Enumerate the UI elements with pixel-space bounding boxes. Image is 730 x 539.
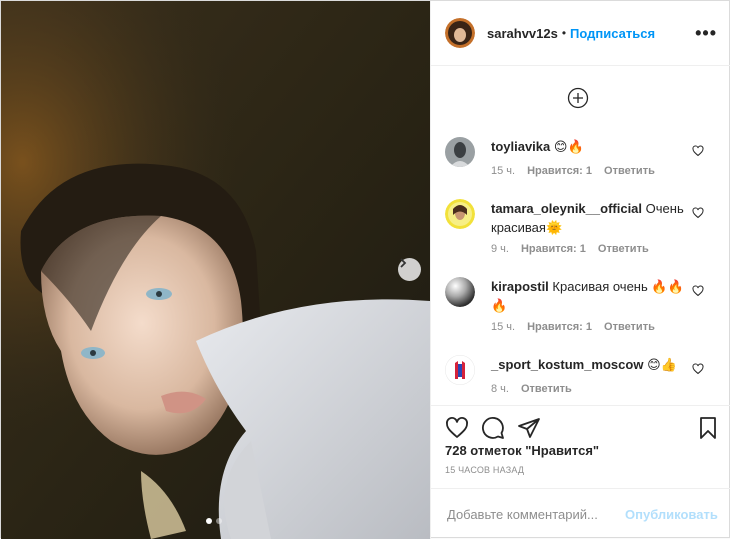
commenter-username[interactable]: tamara_oleynik__official	[491, 201, 642, 216]
reply-button[interactable]: Ответить	[604, 321, 655, 333]
commenter-avatar-image	[445, 277, 475, 307]
comment-text: tamara_oleynik__official Очень красивая🌞	[491, 199, 687, 237]
action-icons	[445, 416, 720, 440]
carousel-indicator	[206, 518, 222, 524]
commenter-avatar-image	[445, 199, 475, 229]
author-avatar[interactable]	[445, 18, 475, 48]
comment-meta: 8 ч. Ответить	[491, 383, 572, 395]
comment-meta: 15 ч. Нравится: 1 Ответить	[491, 321, 655, 333]
commenter-username[interactable]: _sport_kostum_moscow	[491, 357, 643, 372]
comment-meta: 9 ч. Нравится: 1 Ответить	[491, 243, 649, 255]
carousel-dot-active	[206, 518, 212, 524]
comment-content: 😊🔥	[553, 139, 584, 154]
author-username[interactable]: sarahvv12s	[487, 26, 558, 41]
comment-input[interactable]	[445, 505, 625, 523]
instagram-post: sarahvv12s • Подписаться ••• toyliavika …	[0, 0, 730, 539]
header-separator: •	[561, 26, 567, 40]
post-timestamp[interactable]: 15 ЧАСОВ НАЗАД	[445, 465, 524, 475]
comment-icon[interactable]	[481, 416, 505, 440]
reply-button[interactable]: Ответить	[521, 383, 572, 395]
post-actions-bar	[431, 405, 730, 439]
carousel-dot	[216, 518, 222, 524]
author-avatar-image	[445, 18, 475, 48]
comment-content: 😊👍	[647, 357, 677, 372]
comment-heart-icon[interactable]	[692, 363, 704, 375]
commenter-username[interactable]: toyliavika	[491, 139, 550, 154]
comment-time[interactable]: 9 ч.	[491, 243, 509, 255]
commenter-avatar-image	[445, 137, 475, 167]
post-photo[interactable]	[1, 1, 430, 539]
comment-heart-icon[interactable]	[692, 207, 704, 219]
commenter-avatar[interactable]	[445, 199, 475, 229]
comment-text: toyliavika 😊🔥	[491, 137, 687, 156]
comment-heart-icon[interactable]	[692, 145, 704, 157]
carousel-next-button[interactable]	[398, 258, 421, 281]
commenter-username[interactable]: kirapostil	[491, 279, 549, 294]
likes-count[interactable]: 728 отметок "Нравится"	[445, 443, 599, 458]
publish-button[interactable]: Опубликовать	[625, 507, 718, 522]
add-comment-bar: Опубликовать	[431, 488, 730, 539]
commenter-avatar[interactable]	[445, 277, 475, 307]
comment-time[interactable]: 8 ч.	[491, 383, 509, 395]
reply-button[interactable]: Ответить	[598, 243, 649, 255]
commenter-avatar-image	[445, 355, 475, 385]
commenter-avatar[interactable]	[445, 355, 475, 385]
comment-time[interactable]: 15 ч.	[491, 165, 515, 177]
comment-time[interactable]: 15 ч.	[491, 321, 515, 333]
comment-likes[interactable]: Нравится: 1	[527, 321, 592, 333]
bookmark-icon[interactable]	[696, 416, 720, 440]
comment-text: _sport_kostum_moscow 😊👍	[491, 355, 687, 374]
comment-text: kirapostil Красивая очень 🔥🔥🔥	[491, 277, 687, 315]
share-icon[interactable]	[517, 416, 541, 440]
commenter-avatar[interactable]	[445, 137, 475, 167]
plus-circle-icon[interactable]	[567, 87, 589, 109]
post-header: sarahvv12s • Подписаться •••	[431, 1, 730, 66]
more-options-icon[interactable]: •••	[695, 23, 717, 44]
comment-likes[interactable]: Нравится: 1	[521, 243, 586, 255]
reply-button[interactable]: Ответить	[604, 165, 655, 177]
comment-meta: 15 ч. Нравится: 1 Ответить	[491, 165, 655, 177]
heart-icon[interactable]	[445, 416, 469, 440]
comment-likes[interactable]: Нравится: 1	[527, 165, 592, 177]
chevron-right-icon	[400, 258, 407, 268]
comment-heart-icon[interactable]	[692, 285, 704, 297]
follow-button[interactable]: Подписаться	[570, 26, 655, 41]
post-side-panel: sarahvv12s • Подписаться ••• toyliavika …	[430, 1, 730, 539]
photo-illustration	[1, 1, 430, 539]
comments-list[interactable]: toyliavika 😊🔥 15 ч. Нравится: 1 Ответить	[431, 67, 730, 405]
